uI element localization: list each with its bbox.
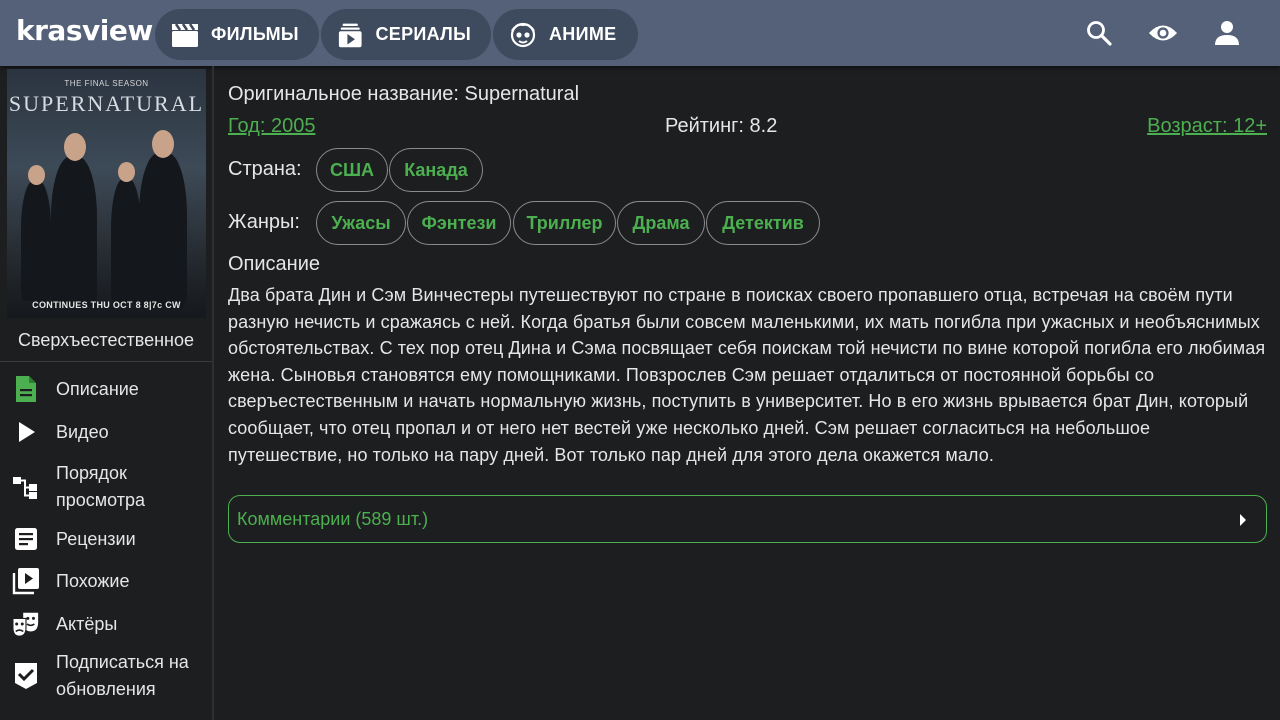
nav-series-button[interactable]: СЕРИАЛЫ — [321, 9, 491, 60]
year-link[interactable]: Год: 2005 — [228, 115, 315, 138]
description-text: Два брата Дин и Сэм Винчестеры путешеств… — [228, 285, 1266, 465]
poster-title: SUPERNATURAL — [8, 91, 205, 116]
sidebar-item-label: Описание — [56, 378, 139, 399]
nav-anime-label: АНИМЕ — [549, 24, 617, 44]
sidebar-item-similar[interactable]: Похожие — [0, 567, 212, 595]
comments-label: Комментарии (589 шт.) — [237, 508, 429, 529]
sidebar-item-watch-order[interactable]: Порядок просмотра — [0, 460, 212, 514]
eye-icon[interactable] — [1148, 18, 1178, 48]
document-icon — [12, 375, 40, 403]
series-title: Сверхъестественное — [17, 330, 194, 350]
sidebar-item-video[interactable]: Видео — [0, 418, 212, 446]
nav-films-label: ФИЛЬМЫ — [211, 24, 299, 44]
country-label: Страна: — [228, 158, 302, 180]
age-rating-link[interactable]: Возраст: 12+ — [1147, 115, 1267, 138]
video-library-icon — [12, 567, 40, 595]
poster-bottom-text: CONTINUES THU OCT 8 8|7c CW — [32, 300, 181, 310]
sidebar-item-label: Порядок просмотра — [56, 463, 146, 510]
theater-masks-icon — [12, 610, 40, 638]
genre-chip[interactable]: Триллер — [513, 201, 616, 245]
sidebar-item-label: Рецензии — [56, 528, 136, 549]
description-heading: Описание — [228, 253, 321, 275]
play-icon — [12, 418, 40, 446]
nav-films-button[interactable]: ФИЛЬМЫ — [155, 9, 319, 60]
nav-anime-button[interactable]: АНИМЕ — [493, 9, 638, 60]
poster-top-text: THE FINAL SEASON — [64, 79, 149, 88]
rating: Рейтинг: 8.2 — [665, 115, 778, 137]
user-icon[interactable] — [1212, 18, 1242, 48]
search-icon[interactable] — [1084, 18, 1114, 48]
sidebar-item-description[interactable]: Описание — [0, 375, 212, 403]
anime-face-icon — [510, 22, 536, 47]
sidebar-item-label: Видео — [56, 421, 109, 442]
sidebar-item-label: Похожие — [56, 570, 130, 591]
genre-chip[interactable]: Ужасы — [316, 201, 406, 245]
sidebar-item-reviews[interactable]: Рецензии — [0, 525, 212, 553]
review-icon — [12, 525, 40, 553]
sidebar: THE FINAL SEASON SUPERNATURAL CONTINUES … — [0, 66, 214, 720]
site-logo[interactable]: krasview — [16, 14, 153, 47]
genres-label: Жанры: — [228, 211, 300, 233]
chevron-right-icon — [1238, 512, 1248, 533]
subscribe-check-icon — [12, 662, 40, 690]
nav-series-label: СЕРИАЛЫ — [375, 24, 471, 44]
clapperboard-icon — [172, 22, 198, 47]
sidebar-divider — [0, 361, 212, 362]
series-poster: THE FINAL SEASON SUPERNATURAL CONTINUES … — [7, 69, 206, 318]
comments-button[interactable]: Комментарии (589 шт.) — [228, 495, 1267, 543]
top-bar: krasview ФИЛЬМЫ СЕРИАЛЫ АНИМЕ — [0, 0, 1280, 66]
sidebar-item-subscribe[interactable]: Подписаться на обновления — [0, 649, 212, 703]
country-chip[interactable]: Канада — [389, 148, 483, 192]
genre-chip[interactable]: Драма — [617, 201, 705, 245]
hierarchy-icon — [12, 473, 40, 501]
sidebar-item-label: Актёры — [56, 613, 118, 634]
country-chip[interactable]: США — [316, 148, 388, 192]
sidebar-item-label: Подписаться на обновления — [56, 652, 189, 699]
tv-series-icon — [338, 23, 362, 47]
original-title: Оригинальное название: Supernatural — [228, 83, 580, 105]
sidebar-item-actors[interactable]: Актёры — [0, 610, 212, 638]
genre-chip[interactable]: Фэнтези — [407, 201, 511, 245]
genre-chip[interactable]: Детектив — [706, 201, 820, 245]
